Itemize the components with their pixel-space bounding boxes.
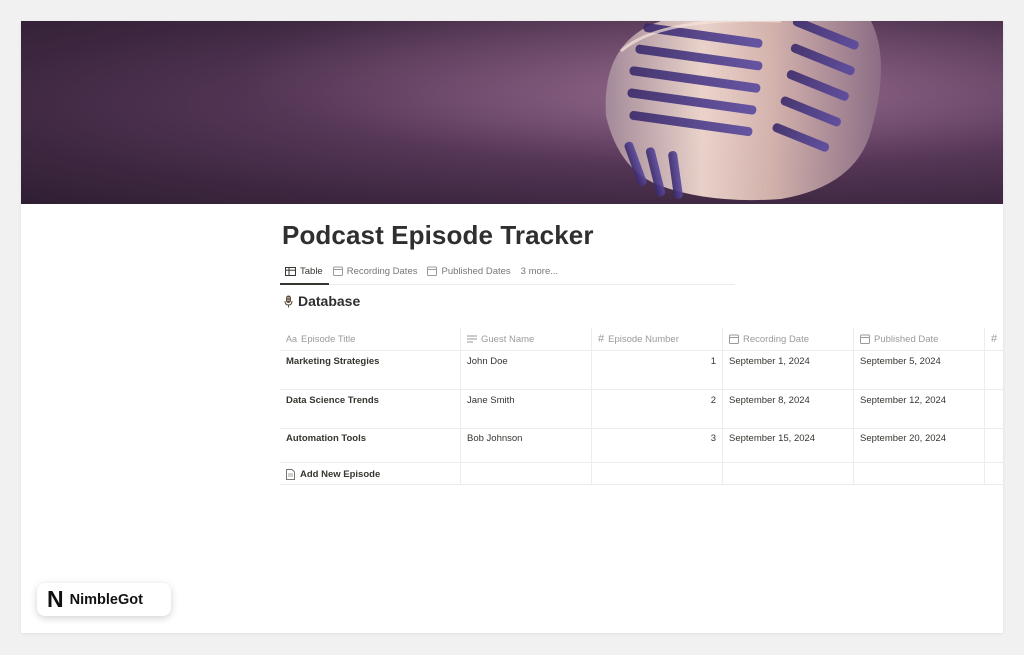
column-divider	[853, 328, 854, 484]
row-divider	[280, 350, 1003, 351]
episode-number-cell[interactable]: 3	[592, 433, 722, 444]
episode-title-cell[interactable]: Marketing Strategies	[280, 356, 460, 367]
tab-recording-dates[interactable]: Recording Dates	[328, 259, 423, 283]
text-lines-icon	[467, 335, 477, 344]
published-date-cell[interactable]: September 12, 2024	[854, 395, 984, 406]
guest-name-cell[interactable]: Bob Johnson	[461, 433, 591, 444]
column-header-episode-number[interactable]: # Episode Number	[592, 328, 723, 350]
column-header-guest-name[interactable]: Guest Name	[461, 328, 592, 350]
published-date-cell[interactable]: September 5, 2024	[854, 356, 984, 367]
add-row-label: Add New Episode	[300, 468, 381, 480]
tab-table[interactable]: Table	[280, 259, 328, 283]
brand-logo-icon: N	[47, 586, 64, 612]
row-divider	[280, 484, 1003, 485]
page-icon	[286, 468, 295, 480]
guest-name-cell[interactable]: John Doe	[461, 356, 591, 367]
brand-name: NimbleGot	[69, 591, 143, 608]
microphone-icon	[284, 295, 293, 308]
calendar-icon	[332, 266, 343, 276]
number-icon: #	[991, 333, 998, 345]
column-header-published-date[interactable]: Published Date	[854, 328, 985, 350]
recording-date-cell[interactable]: September 1, 2024	[723, 356, 853, 367]
published-date-cell[interactable]: September 20, 2024	[854, 433, 984, 444]
active-tab-indicator	[280, 283, 329, 285]
table-icon	[285, 266, 296, 276]
episode-number-cell[interactable]: 2	[592, 395, 722, 406]
tab-more-views[interactable]: 3 more...	[516, 259, 564, 283]
recording-date-cell[interactable]: September 8, 2024	[723, 395, 853, 406]
page-title[interactable]: Podcast Episode Tracker	[282, 220, 594, 251]
brand-badge: N NimbleGot	[37, 583, 171, 616]
cover-image[interactable]	[21, 21, 1003, 204]
row-divider	[280, 428, 1003, 429]
tabs-divider	[280, 284, 735, 285]
column-header-label: Episode Number	[608, 333, 679, 345]
add-new-episode-button[interactable]: Add New Episode	[280, 466, 380, 482]
column-divider	[984, 328, 985, 484]
microphone-illustration	[21, 21, 1003, 204]
episode-title-cell[interactable]: Automation Tools	[280, 433, 460, 444]
recording-date-cell[interactable]: September 15, 2024	[723, 433, 853, 444]
column-header-label: Published Date	[874, 333, 939, 345]
column-divider	[591, 328, 592, 484]
column-divider	[460, 328, 461, 484]
number-icon: #	[598, 333, 605, 345]
calendar-icon	[427, 266, 438, 276]
column-header-label: Recording Date	[743, 333, 810, 345]
tab-label: 3 more...	[520, 265, 559, 277]
episode-number-cell[interactable]: 1	[592, 356, 722, 367]
episode-title-cell[interactable]: Data Science Trends	[280, 395, 460, 406]
column-header-recording-date[interactable]: Recording Date	[723, 328, 854, 350]
guest-name-cell[interactable]: Jane Smith	[461, 395, 591, 406]
row-divider	[280, 462, 1003, 463]
tab-published-dates[interactable]: Published Dates	[422, 259, 515, 283]
tab-label: Published Dates	[441, 265, 511, 277]
column-divider	[722, 328, 723, 484]
row-divider	[280, 389, 1003, 390]
column-header-extra[interactable]: #	[985, 328, 1003, 350]
column-header-label: Episode Title	[301, 333, 356, 345]
text-type-icon: Aa	[286, 334, 298, 344]
tab-label: Recording Dates	[346, 265, 418, 277]
calendar-icon	[729, 334, 739, 344]
view-tabs: Table Recording Dates Published Dates 3 …	[280, 259, 740, 283]
tab-label: Table	[300, 265, 323, 277]
column-header-label: Guest Name	[481, 333, 535, 345]
calendar-icon	[860, 334, 870, 344]
column-header-episode-title[interactable]: Aa Episode Title	[280, 328, 461, 350]
notion-page: Podcast Episode Tracker Table Recording …	[21, 21, 1003, 633]
database-title-text: Database	[298, 293, 361, 309]
database-title[interactable]: Database	[284, 293, 360, 309]
